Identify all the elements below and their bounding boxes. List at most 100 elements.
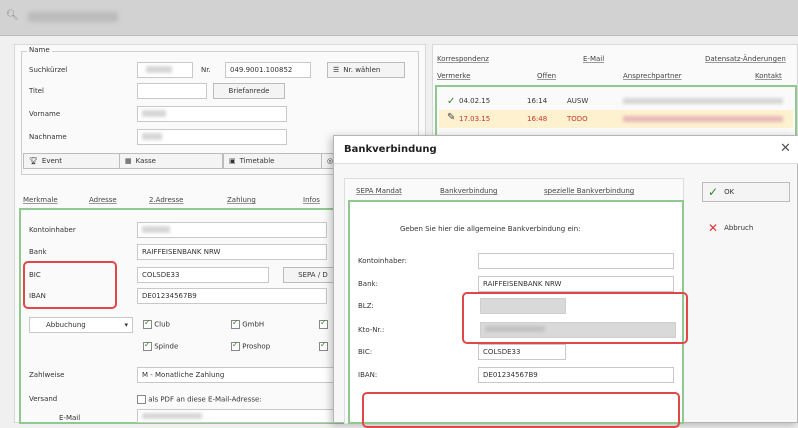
tab-datensatz-aenderungen[interactable]: Datensatz-Änderungen [705, 55, 786, 63]
versand-option-label: als PDF an diese E-Mail-Adresse: [148, 395, 262, 404]
titel-label: Titel [29, 87, 45, 95]
gmbh-label: GmbH [242, 320, 265, 329]
club-label: Club [154, 320, 170, 329]
tab-offen[interactable]: Offen [537, 72, 556, 80]
checkbox-icon [143, 318, 152, 329]
row-text-blurred [623, 116, 783, 122]
row-time: 16:48 [527, 115, 548, 123]
abbruch-button[interactable]: ✕ Abbruch [702, 218, 790, 238]
list-icon: ☰ [333, 66, 340, 74]
nr-field[interactable]: 049.9001.100852 [225, 62, 311, 78]
gmbh-checkbox[interactable]: GmbH [231, 318, 265, 329]
zahlungsart-value: Abbuchung [46, 321, 86, 329]
pencil-icon: ✎ [447, 112, 456, 123]
event-label: Event [41, 157, 62, 165]
timetable-button[interactable]: ▣ Timetable [223, 153, 327, 169]
search-icon[interactable]: 🔍︎ [6, 10, 20, 24]
zahlungsart-select[interactable]: Abbuchung ▾ [29, 317, 133, 333]
kasse-label: Kasse [135, 157, 156, 165]
tab-sepa-mandat[interactable]: SEPA Mandat [356, 187, 402, 195]
dlg-iban-field[interactable]: DE01234567B9 [478, 367, 674, 383]
close-icon[interactable]: ✕ [780, 141, 791, 156]
checkbox-icon [319, 318, 328, 329]
tab-vermerke[interactable]: Vermerke [437, 72, 470, 80]
blz-kto-highlight [462, 292, 688, 344]
bank-field[interactable]: RAIFFEISENBANK NRW [137, 244, 327, 260]
tab-zahlung[interactable]: Zahlung [227, 196, 256, 204]
abbruch-label: Abbruch [724, 224, 754, 232]
extra-checkbox-1[interactable] [319, 318, 328, 329]
instruction-text: Geben Sie hier die allgemeine Bankverbin… [400, 225, 581, 233]
calendar-icon: ▣ [229, 157, 236, 165]
window-title-blurred [28, 12, 118, 22]
dlg-kontoinhaber-field[interactable] [478, 253, 674, 269]
email-field[interactable] [137, 409, 337, 423]
row-type: AUSW [567, 97, 589, 105]
table-row[interactable]: ✓ 04.02.15 16:14 AUSW [439, 93, 793, 109]
dlg-iban-label: IBAN: [358, 371, 378, 379]
dlg-bank-field[interactable]: RAIFFEISENBANK NRW [478, 276, 674, 292]
kasse-button[interactable]: ▦ Kasse [119, 153, 223, 169]
extra-checkbox-2[interactable] [319, 340, 328, 351]
tab-merkmale[interactable]: Merkmale [23, 196, 58, 204]
nachname-field[interactable] [137, 129, 287, 145]
tab-kontakt[interactable]: Kontakt [755, 72, 782, 80]
ok-button[interactable]: ✓ OK [702, 182, 790, 202]
tab-bankverbindung[interactable]: Bankverbindung [440, 187, 498, 195]
tab-infos[interactable]: Infos [303, 196, 320, 204]
zahlweise-label: Zahlweise [29, 371, 65, 379]
checkbox-icon [137, 395, 146, 404]
kontoinhaber-field[interactable] [137, 222, 327, 238]
dialog-title: Bankverbindung [344, 144, 437, 155]
suchkuerzel-field[interactable] [137, 62, 193, 78]
check-icon: ✓ [447, 96, 456, 107]
nachname-label: Nachname [29, 133, 67, 141]
versand-pdf-checkbox[interactable]: als PDF an diese E-Mail-Adresse: [137, 395, 262, 404]
row-text-blurred [623, 98, 783, 104]
tab-email[interactable]: E-Mail [583, 55, 604, 63]
bankverbindung-dialog: Bankverbindung ✕ SEPA Mandat Bankverbind… [333, 135, 798, 428]
bic-field[interactable]: COLSDE33 [137, 267, 269, 283]
zahlung-panel [19, 208, 345, 424]
tab-2-adresse[interactable]: 2.Adresse [149, 196, 183, 204]
spinde-checkbox[interactable]: Spinde [143, 340, 179, 351]
tab-spezielle-bankverbindung[interactable]: spezielle Bankverbindung [544, 187, 634, 195]
spinde-label: Spinde [154, 342, 179, 351]
dlg-kto-label: Kto-Nr.: [358, 326, 385, 334]
briefanrede-button[interactable]: Briefanrede [213, 83, 285, 99]
ok-label: OK [724, 188, 735, 196]
vorname-label: Vorname [29, 110, 61, 118]
tab-adresse[interactable]: Adresse [89, 196, 117, 204]
vorname-field[interactable] [137, 106, 287, 122]
checkbox-icon [319, 340, 328, 351]
bic-iban-highlight [23, 261, 117, 309]
timetable-label: Timetable [239, 157, 275, 165]
tab-ansprechpartner[interactable]: Ansprechpartner [623, 72, 682, 80]
chevron-down-icon: ▾ [124, 321, 128, 329]
kontoinhaber-label: Kontoinhaber [29, 226, 76, 234]
titel-field[interactable] [137, 83, 207, 99]
zahlweise-field[interactable]: M - Monatliche Zahlung [137, 367, 337, 383]
nr-waehlen-button[interactable]: ☰ Nr. wählen [327, 62, 405, 78]
x-icon: ✕ [708, 221, 719, 235]
name-group-label: Name [27, 46, 52, 54]
dlg-bic-label: BIC: [358, 348, 373, 356]
proshop-checkbox[interactable]: Proshop [231, 340, 271, 351]
checkbox-icon [231, 318, 240, 329]
dlg-kontoinhaber-label: Kontoinhaber: [358, 257, 407, 265]
tab-korrespondenz[interactable]: Korrespondenz [437, 55, 489, 63]
bank-label: Bank [29, 248, 47, 256]
trophy-icon: 🏆︎ [29, 157, 38, 165]
proshop-label: Proshop [242, 342, 271, 351]
checkbox-icon [143, 340, 152, 351]
checkbox-icon [231, 340, 240, 351]
dlg-bic-field[interactable]: COLSDE33 [478, 344, 566, 360]
event-button[interactable]: 🏆︎ Event [23, 153, 131, 169]
row-date: 17.03.15 [459, 115, 491, 123]
cash-register-icon: ▦ [125, 157, 132, 165]
email-label: E-Mail [59, 414, 81, 422]
nr-label: Nr. [201, 66, 211, 74]
table-row[interactable]: ✎ 17.03.15 16:48 TODO [439, 110, 793, 128]
club-checkbox[interactable]: Club [143, 318, 170, 329]
iban-field[interactable]: DE01234567B9 [137, 288, 327, 304]
